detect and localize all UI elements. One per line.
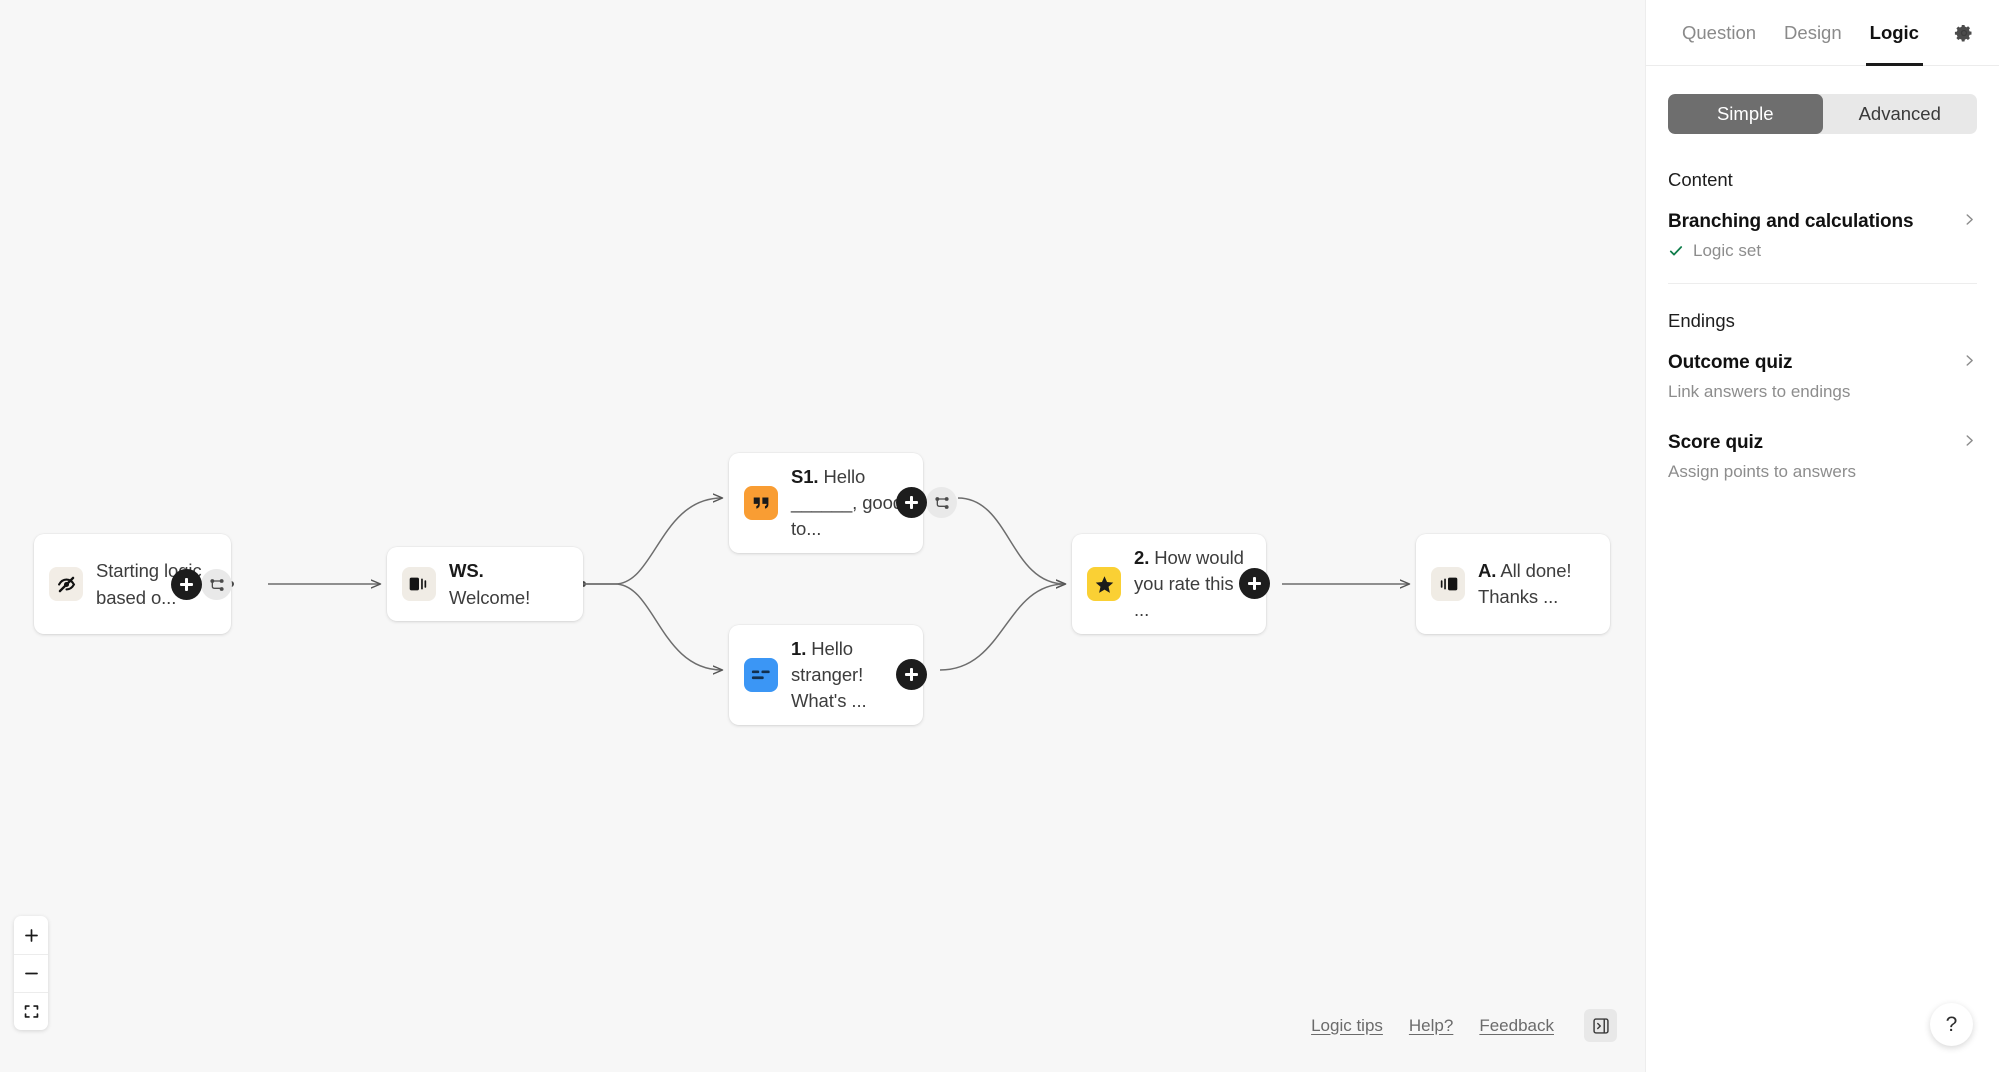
mode-advanced-button[interactable]: Advanced	[1823, 94, 1978, 134]
zoom-controls	[14, 916, 48, 1030]
check-icon	[1668, 243, 1684, 259]
flow-node-label: 2. How would you rate this ...	[1134, 545, 1251, 623]
flow-node-label: S1. Hello ______, good to...	[791, 464, 908, 542]
logic-mode-toggle: Simple Advanced	[1668, 94, 1977, 134]
question-mark-icon[interactable]: ?	[1930, 1003, 1973, 1046]
flow-node-prefix: 2.	[1134, 547, 1149, 568]
fit-to-screen-button[interactable]	[14, 992, 48, 1030]
row-subtitle-wrapper: Assign points to answers	[1668, 462, 1977, 482]
chevron-right-icon	[1962, 433, 1977, 453]
mode-simple-button[interactable]: Simple	[1668, 94, 1823, 134]
row-header: Score quiz	[1668, 432, 1977, 454]
panel-collapse-right-icon[interactable]	[1584, 1009, 1617, 1042]
logic-editor-screen: Starting logic based o... WS.	[0, 0, 1999, 1072]
help-link[interactable]: Help?	[1409, 1016, 1453, 1036]
tab-design[interactable]: Design	[1770, 0, 1856, 66]
logic-branch-icon-statement-s1[interactable]	[926, 487, 957, 518]
star-rating-icon	[1087, 567, 1121, 601]
gear-icon[interactable]	[1947, 16, 1981, 50]
flow-node-label: WS. Welcome!	[449, 557, 530, 611]
welcome-card-icon	[402, 567, 436, 601]
sidebar-row-score-quiz[interactable]: Score quiz Assign points to answers	[1646, 402, 1999, 482]
sidebar-tabs: Question Design Logic	[1646, 0, 1999, 66]
flow-node-question-2[interactable]: 2. How would you rate this ...	[1072, 534, 1266, 634]
row-subtitle-wrapper: Logic set	[1668, 241, 1977, 261]
row-header: Branching and calculations	[1668, 211, 1977, 233]
zoom-out-button[interactable]	[14, 954, 48, 992]
flow-node-prefix: S1.	[791, 466, 818, 487]
row-divider	[1668, 283, 1977, 284]
section-title-content: Content	[1668, 169, 1977, 191]
flow-node-statement-s1[interactable]: S1. Hello ______, good to...	[729, 453, 923, 553]
add-step-button-start-logic[interactable]	[171, 569, 202, 600]
quote-icon	[744, 486, 778, 520]
chevron-right-icon	[1962, 212, 1977, 232]
add-step-button-question-2[interactable]	[1239, 568, 1270, 599]
flow-node-label: 1. Hello stranger! What's ...	[791, 636, 908, 714]
flow-node-ending-a[interactable]: A. All done! Thanks ...	[1416, 534, 1610, 634]
chevron-right-icon	[1962, 353, 1977, 373]
flow-node-prefix: A.	[1478, 560, 1496, 581]
flow-node-welcome-screen[interactable]: WS. Welcome!	[387, 547, 583, 621]
row-subtitle: Assign points to answers	[1668, 462, 1856, 482]
flow-node-label: A. All done! Thanks ...	[1478, 558, 1595, 610]
tab-logic[interactable]: Logic	[1856, 0, 1933, 66]
row-header: Outcome quiz	[1668, 352, 1977, 374]
zoom-in-button[interactable]	[14, 916, 48, 954]
feedback-link[interactable]: Feedback	[1479, 1016, 1554, 1036]
sidebar-row-branching-and-calculations[interactable]: Branching and calculations Logic set	[1646, 191, 1999, 284]
row-title: Outcome quiz	[1668, 352, 1792, 374]
add-step-button-question-1[interactable]	[896, 659, 927, 690]
section-title-endings: Endings	[1668, 310, 1977, 332]
row-title: Branching and calculations	[1668, 211, 1914, 233]
logic-tips-link[interactable]: Logic tips	[1311, 1016, 1383, 1036]
flow-canvas[interactable]: Starting logic based o... WS.	[0, 0, 1645, 1072]
sidebar-row-outcome-quiz[interactable]: Outcome quiz Link answers to endings	[1646, 332, 1999, 402]
eye-slash-icon	[49, 567, 83, 601]
logic-branch-icon-start-logic[interactable]	[201, 569, 232, 600]
row-subtitle: Link answers to endings	[1668, 382, 1850, 402]
flow-node-prefix: 1.	[791, 638, 806, 659]
row-title: Score quiz	[1668, 432, 1763, 454]
ending-card-icon	[1431, 567, 1465, 601]
short-text-icon	[744, 658, 778, 692]
flow-node-prefix: WS.	[449, 560, 484, 581]
row-subtitle-wrapper: Link answers to endings	[1668, 382, 1977, 402]
row-subtitle: Logic set	[1693, 241, 1761, 261]
tab-question[interactable]: Question	[1668, 0, 1770, 66]
logic-sidebar: Question Design Logic Simple Advanced Co…	[1645, 0, 1999, 1072]
add-step-button-statement-s1[interactable]	[896, 487, 927, 518]
flow-node-question-1[interactable]: 1. Hello stranger! What's ...	[729, 625, 923, 725]
canvas-footer-links: Logic tips Help? Feedback	[1311, 1009, 1617, 1042]
